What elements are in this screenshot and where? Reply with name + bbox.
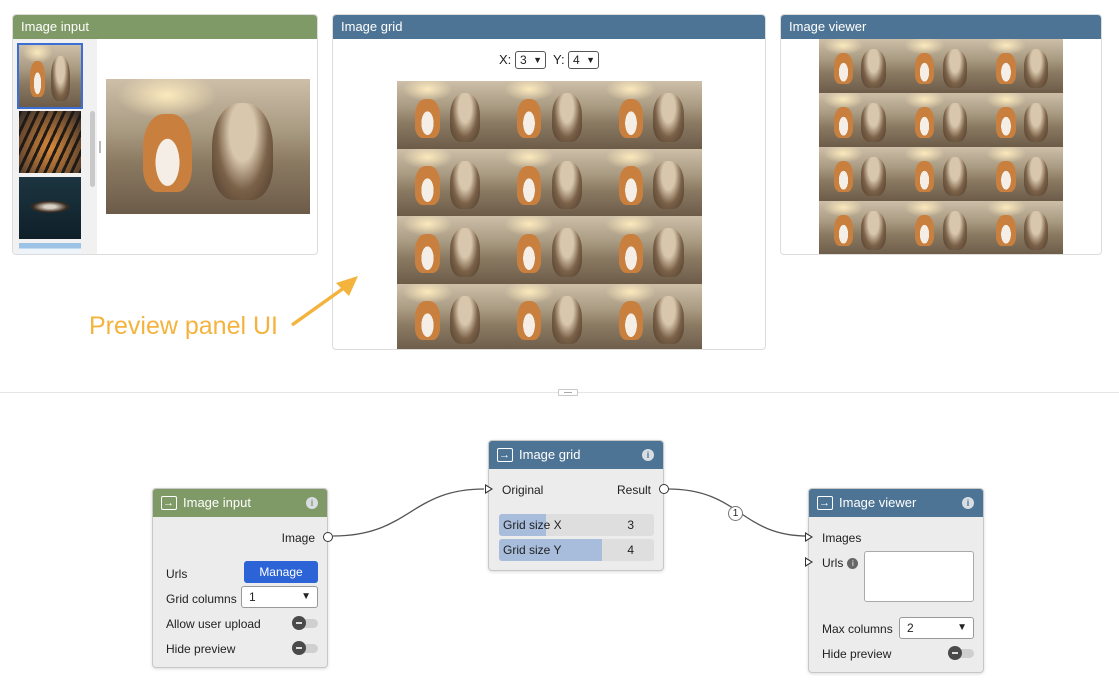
connection-badge: 1 [728,506,743,521]
node-header[interactable]: Image viewer i [809,489,983,517]
slider-label: Grid size X [503,518,562,532]
info-icon[interactable]: i [847,558,859,569]
grid-columns-label: Grid columns [166,592,237,606]
output-label: Result [616,483,651,497]
node-output-icon [161,489,177,517]
output-port[interactable] [323,532,333,542]
slider-label: Grid size Y [503,543,562,557]
images-label: Images [822,531,862,545]
grid-columns-value: 1 [249,590,256,604]
grid-columns-select[interactable]: 1 ▼ [241,586,318,608]
slider-value: 4 [627,543,634,557]
urls-input-port[interactable] [805,557,813,567]
manage-button[interactable]: Manage [244,561,318,583]
input-port[interactable] [485,484,493,494]
images-input-port[interactable] [805,532,813,542]
hide-preview-toggle[interactable] [292,641,318,655]
max-columns-label: Max columns [822,622,893,636]
slider-value: 3 [627,518,634,532]
max-columns-value: 2 [907,621,914,635]
allow-upload-toggle[interactable] [292,616,318,630]
urls-label: Urls i [822,556,859,570]
chevron-down-icon: ▼ [301,591,311,602]
urls-textarea[interactable] [864,551,974,602]
toggle-knob [292,641,306,655]
allow-upload-label: Allow user upload [166,617,261,631]
output-port[interactable] [659,484,669,494]
node-output-icon [817,489,833,517]
info-icon[interactable]: i [642,449,654,461]
info-icon[interactable]: i [962,497,974,509]
urls-label-text: Urls [822,556,844,570]
node-output-icon [497,441,513,469]
image-input-node[interactable]: Image input i Image Urls Manage Grid col… [152,488,333,668]
node-title: Image input [183,495,251,510]
input-label: Original [502,483,544,497]
grid-size-y-slider[interactable]: Grid size Y 4 [499,539,654,561]
max-columns-select[interactable]: 2 ▼ [899,617,974,639]
node-title: Image grid [519,447,581,462]
toggle-knob [948,646,962,660]
image-viewer-node[interactable]: Image viewer i Images Urlsi Max columns … [805,488,984,673]
chevron-down-icon: ▼ [957,622,967,633]
hide-preview-label: Hide preview [822,647,892,661]
urls-label: Urls [166,567,188,581]
node-header[interactable]: Image grid i [489,441,663,469]
toggle-knob [292,616,306,630]
connection-wire [332,488,485,537]
grid-size-x-slider[interactable]: Grid size X 3 [499,514,654,536]
output-label: Image [281,531,315,545]
hide-preview-toggle[interactable] [948,646,974,660]
info-icon[interactable]: i [306,497,318,509]
hide-preview-label: Hide preview [166,642,236,656]
node-header[interactable]: Image input i [153,489,327,517]
image-grid-node[interactable]: Image grid i Original Result Grid size X… [485,440,669,571]
node-title: Image viewer [839,495,917,510]
